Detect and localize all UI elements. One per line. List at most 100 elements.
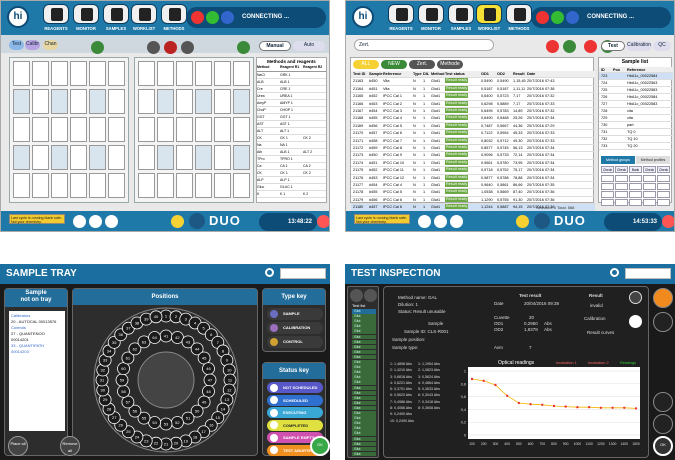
reagent-slot[interactable]	[214, 145, 231, 170]
group-cell[interactable]	[615, 199, 628, 206]
reagent-slot[interactable]	[32, 145, 49, 170]
nav-worklist-button[interactable]	[476, 4, 502, 24]
nav-reagents-button[interactable]	[388, 4, 414, 24]
sample-row[interactable]: 733 TQ 20	[599, 143, 673, 150]
methods-row[interactable]: K K 1 K 2	[257, 191, 326, 198]
test-list-item[interactable]: Glut	[352, 395, 376, 401]
reagent-slot[interactable]	[108, 145, 125, 170]
methods-row[interactable]: AmyP AMYP 1	[257, 100, 326, 107]
group-chip[interactable]: Check	[657, 166, 670, 173]
tool-icon-1[interactable]	[546, 40, 559, 53]
tray-position[interactable]: 59	[115, 373, 129, 387]
group-cell[interactable]	[601, 183, 614, 190]
tray-position[interactable]: 64	[148, 331, 162, 344]
sample-list-item[interactable]: 27 - QUANTENOO 00014201	[11, 331, 63, 343]
sample-row[interactable]: 726 HbA1c_00022584	[599, 94, 673, 101]
methods-row[interactable]: NaCl GRK 1	[257, 72, 326, 79]
test-list-item[interactable]: Glut	[352, 329, 376, 334]
test-list-item[interactable]: Glut	[352, 421, 376, 426]
reagent-slot[interactable]	[32, 117, 49, 142]
nav-monitor-button[interactable]	[73, 4, 99, 24]
group-cell[interactable]	[657, 199, 670, 206]
search-icon[interactable]	[610, 268, 619, 277]
sample-row[interactable]: 728 vita	[599, 108, 673, 115]
test-list-item[interactable]: Glut	[352, 349, 376, 355]
reagent-slot[interactable]	[138, 173, 155, 198]
reagent-slot[interactable]	[195, 145, 212, 170]
reagent-slot[interactable]	[32, 61, 49, 86]
nav-methods-button[interactable]	[161, 4, 187, 24]
reagent-slot[interactable]	[70, 61, 87, 86]
tray-position[interactable]: 58	[117, 384, 130, 398]
nav-monitor-button[interactable]	[418, 4, 444, 24]
reagent-slot[interactable]	[108, 61, 125, 86]
group-chip[interactable]: Check	[643, 166, 656, 173]
filter-0[interactable]: ALL	[353, 60, 379, 69]
tab-qc[interactable]: QC	[653, 41, 671, 51]
group-cell[interactable]	[615, 175, 628, 182]
search-icon[interactable]	[265, 268, 274, 277]
refresh-icon[interactable]	[629, 291, 642, 304]
tray-b-icon[interactable]	[164, 41, 177, 54]
bot-icon-2[interactable]	[434, 215, 447, 228]
group-cell[interactable]	[643, 183, 656, 190]
search-input[interactable]	[625, 268, 671, 279]
nav-methods-button[interactable]	[506, 4, 532, 24]
table-row[interactable]: 21168 #455 IPCC Cal 4 N 1 Glut1 Result ready 0,…	[351, 115, 595, 123]
tray-position[interactable]: 47	[203, 373, 217, 387]
test-list-item[interactable]: Glut	[352, 309, 376, 314]
test-list-item[interactable]: Glut	[352, 354, 376, 360]
bot-icon-2[interactable]	[89, 215, 102, 228]
table-row[interactable]: 21169 #456 IPCC Cal 5 N 1 Glut1 Result ready 0,…	[351, 122, 595, 131]
table-row[interactable]: 21170 #457 IPCC Cal 6 N 1 Glut1 Result ready 0,…	[351, 130, 595, 138]
table-row[interactable]: 21164 #451 Vita N 1 Glut1 Result ready 0,5187 0,…	[351, 85, 595, 94]
reagent-slot[interactable]	[195, 89, 212, 114]
test-list-item[interactable]: Glut	[352, 411, 376, 416]
reagent-slot[interactable]	[13, 89, 30, 114]
play-button[interactable]	[206, 11, 219, 24]
methods-row[interactable]: TPro TPRO 1	[257, 156, 326, 163]
sample-list-item[interactable]: 33 - QUANTIPATH 00014203	[11, 343, 63, 355]
tray-position[interactable]: 40	[149, 310, 163, 324]
methods-row[interactable]: Alb ALB 1 ALT 2	[257, 149, 326, 156]
filter-1[interactable]: NEW	[381, 60, 407, 69]
methods-row[interactable]: Na NA 1	[257, 142, 326, 149]
reagent-slot[interactable]	[51, 117, 68, 142]
search-field[interactable]: Zert.	[354, 39, 494, 51]
nav-samples-button[interactable]	[448, 4, 474, 24]
reagent-slot[interactable]	[176, 117, 193, 142]
tray-position[interactable]: 52	[170, 416, 184, 429]
reagent-slot[interactable]	[70, 173, 87, 198]
tray-position[interactable]: 57	[121, 395, 135, 409]
test-list-item[interactable]: Glut	[352, 446, 376, 452]
methods-row[interactable]: Urea UREA 1	[257, 93, 326, 100]
methods-row[interactable]: ChoP CHOP 1	[257, 107, 326, 114]
filter-3[interactable]: Methode	[437, 60, 463, 69]
reagent-slot[interactable]	[233, 117, 250, 142]
bot-icon-1[interactable]	[73, 215, 86, 228]
test-list-item[interactable]: Glut	[352, 385, 376, 391]
pause-button[interactable]	[221, 11, 234, 24]
tray-position[interactable]: 42	[170, 331, 184, 344]
methods-row[interactable]: AST AST 1	[257, 121, 326, 128]
reagent-slot[interactable]	[176, 173, 193, 198]
group-cell[interactable]	[643, 175, 656, 182]
table-row[interactable]: 21179 #456 IPCC Cal 6 N 1 Glut1 Result ready 1,…	[351, 196, 595, 205]
sample-row[interactable]: 727 HbA1c_00022583	[599, 101, 673, 108]
reagent-slot[interactable]	[138, 61, 155, 86]
test-list-item[interactable]: Glut	[352, 416, 376, 421]
keyboard-icon[interactable]	[653, 392, 673, 412]
nav-reagents-button[interactable]	[43, 4, 69, 24]
group-chip[interactable]: Check	[615, 166, 628, 173]
reagent-slot[interactable]	[89, 145, 106, 170]
group-cell[interactable]	[601, 175, 614, 182]
table-row[interactable]: 21172 #459 IPCC Cal 8 N 1 Glut1 Result ready 0,…	[351, 145, 595, 153]
group-cell[interactable]	[615, 183, 628, 190]
tab-auto[interactable]: Auto	[293, 41, 325, 51]
test-list-item[interactable]: Glut	[352, 380, 376, 385]
reagent-slot[interactable]	[32, 173, 49, 198]
tab-calibration[interactable]: Calibration	[626, 41, 652, 51]
power-button[interactable]	[317, 215, 329, 228]
upload-icon[interactable]	[653, 312, 673, 332]
side-tab[interactable]: Method profiles	[636, 156, 670, 164]
